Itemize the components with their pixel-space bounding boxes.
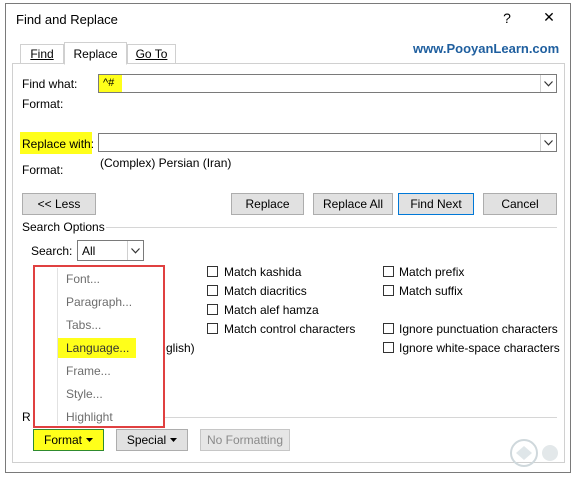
ignore-punctuation-label: Ignore punctuation characters — [399, 322, 558, 336]
no-formatting-button-label: No Formatting — [206, 433, 284, 447]
chevron-down-icon — [544, 139, 553, 146]
tab-find[interactable]: Find — [20, 44, 64, 63]
format-button[interactable]: Format — [33, 429, 104, 451]
replace-format-value: (Complex) Persian (Iran) — [100, 156, 232, 170]
special-button[interactable]: Special — [116, 429, 188, 451]
match-diacritics-label: Match diacritics — [224, 284, 307, 298]
find-next-button-label: Find Next — [410, 197, 462, 211]
match-control-characters-label: Match control characters — [224, 322, 356, 336]
find-format-label: Format: — [22, 97, 64, 111]
no-formatting-button: No Formatting — [200, 429, 290, 451]
ignore-white-space-label: Ignore white-space characters — [399, 341, 560, 355]
search-direction-dropdown[interactable] — [127, 241, 143, 260]
replace-section-divider — [160, 417, 557, 418]
search-options-heading: Search Options — [22, 220, 105, 234]
format-menu-style[interactable]: Style... — [66, 387, 103, 401]
match-diacritics-checkbox[interactable] — [207, 285, 218, 296]
special-button-label: Special — [126, 433, 167, 447]
find-what-dropdown[interactable] — [540, 75, 556, 92]
format-menu-highlight[interactable]: Highlight — [66, 410, 113, 424]
replace-with-input[interactable] — [98, 133, 557, 152]
replace-format-label: Format: — [22, 163, 64, 177]
replace-all-button-label: Replace All — [322, 197, 384, 211]
format-button-label: Format — [43, 433, 82, 447]
logo-watermark — [510, 439, 558, 467]
tab-goto[interactable]: Go To — [127, 44, 176, 63]
replace-button[interactable]: Replace — [231, 193, 304, 215]
watermark-text: www.PooyanLearn.com — [413, 41, 560, 56]
caret-down-icon — [170, 438, 178, 442]
find-what-value: ^# — [103, 77, 115, 89]
cancel-button[interactable]: Cancel — [483, 193, 557, 215]
search-direction-value: All — [82, 244, 96, 258]
window-title: Find and Replace — [16, 12, 118, 27]
less-button[interactable]: << Less — [22, 193, 96, 215]
match-alef-hamza-label: Match alef hamza — [224, 303, 319, 317]
tab-replace[interactable]: Replace — [64, 42, 127, 65]
help-button[interactable]: ? — [497, 10, 517, 28]
find-what-label: Find what: — [22, 77, 78, 91]
match-alef-hamza-checkbox[interactable] — [207, 304, 218, 315]
chevron-down-icon — [544, 80, 553, 87]
match-kashida-checkbox[interactable] — [207, 266, 218, 277]
ignore-white-space-checkbox[interactable] — [383, 342, 394, 353]
ignore-punctuation-checkbox[interactable] — [383, 323, 394, 334]
close-icon: ✕ — [543, 9, 555, 25]
chevron-down-icon — [131, 247, 140, 254]
format-menu-frame[interactable]: Frame... — [66, 364, 111, 378]
match-suffix-label: Match suffix — [399, 284, 463, 298]
format-menu-font[interactable]: Font... — [66, 272, 100, 286]
match-prefix-checkbox[interactable] — [383, 266, 394, 277]
partial-english-text: glish) — [166, 341, 195, 355]
replace-with-label: Replace with: — [22, 137, 95, 151]
format-menu-paragraph[interactable]: Paragraph... — [66, 295, 132, 309]
replace-with-dropdown[interactable] — [540, 134, 556, 151]
replace-section-heading-fragment: R — [22, 410, 31, 424]
replace-all-button[interactable]: Replace All — [313, 193, 393, 215]
find-next-button[interactable]: Find Next — [398, 193, 474, 215]
close-button[interactable]: ✕ — [538, 9, 560, 29]
replace-button-label: Replace — [245, 197, 290, 211]
tab-find-label: Find — [30, 47, 54, 61]
tab-replace-label: Replace — [73, 46, 118, 61]
less-button-label: << Less — [37, 197, 81, 211]
match-control-characters-checkbox[interactable] — [207, 323, 218, 334]
search-direction-select[interactable]: All — [77, 240, 144, 261]
tab-goto-label: Go To — [135, 47, 168, 61]
match-suffix-checkbox[interactable] — [383, 285, 394, 296]
help-icon: ? — [503, 10, 511, 26]
match-kashida-label: Match kashida — [224, 265, 302, 279]
find-what-input[interactable]: ^# — [98, 74, 557, 93]
search-direction-label: Search: — [31, 244, 73, 258]
match-prefix-label: Match prefix — [399, 265, 465, 279]
cancel-button-label: Cancel — [501, 197, 539, 211]
format-menu-tabs[interactable]: Tabs... — [66, 318, 101, 332]
format-menu-language[interactable]: Language... — [66, 341, 129, 355]
caret-down-icon — [86, 438, 93, 442]
search-options-divider — [106, 227, 557, 228]
